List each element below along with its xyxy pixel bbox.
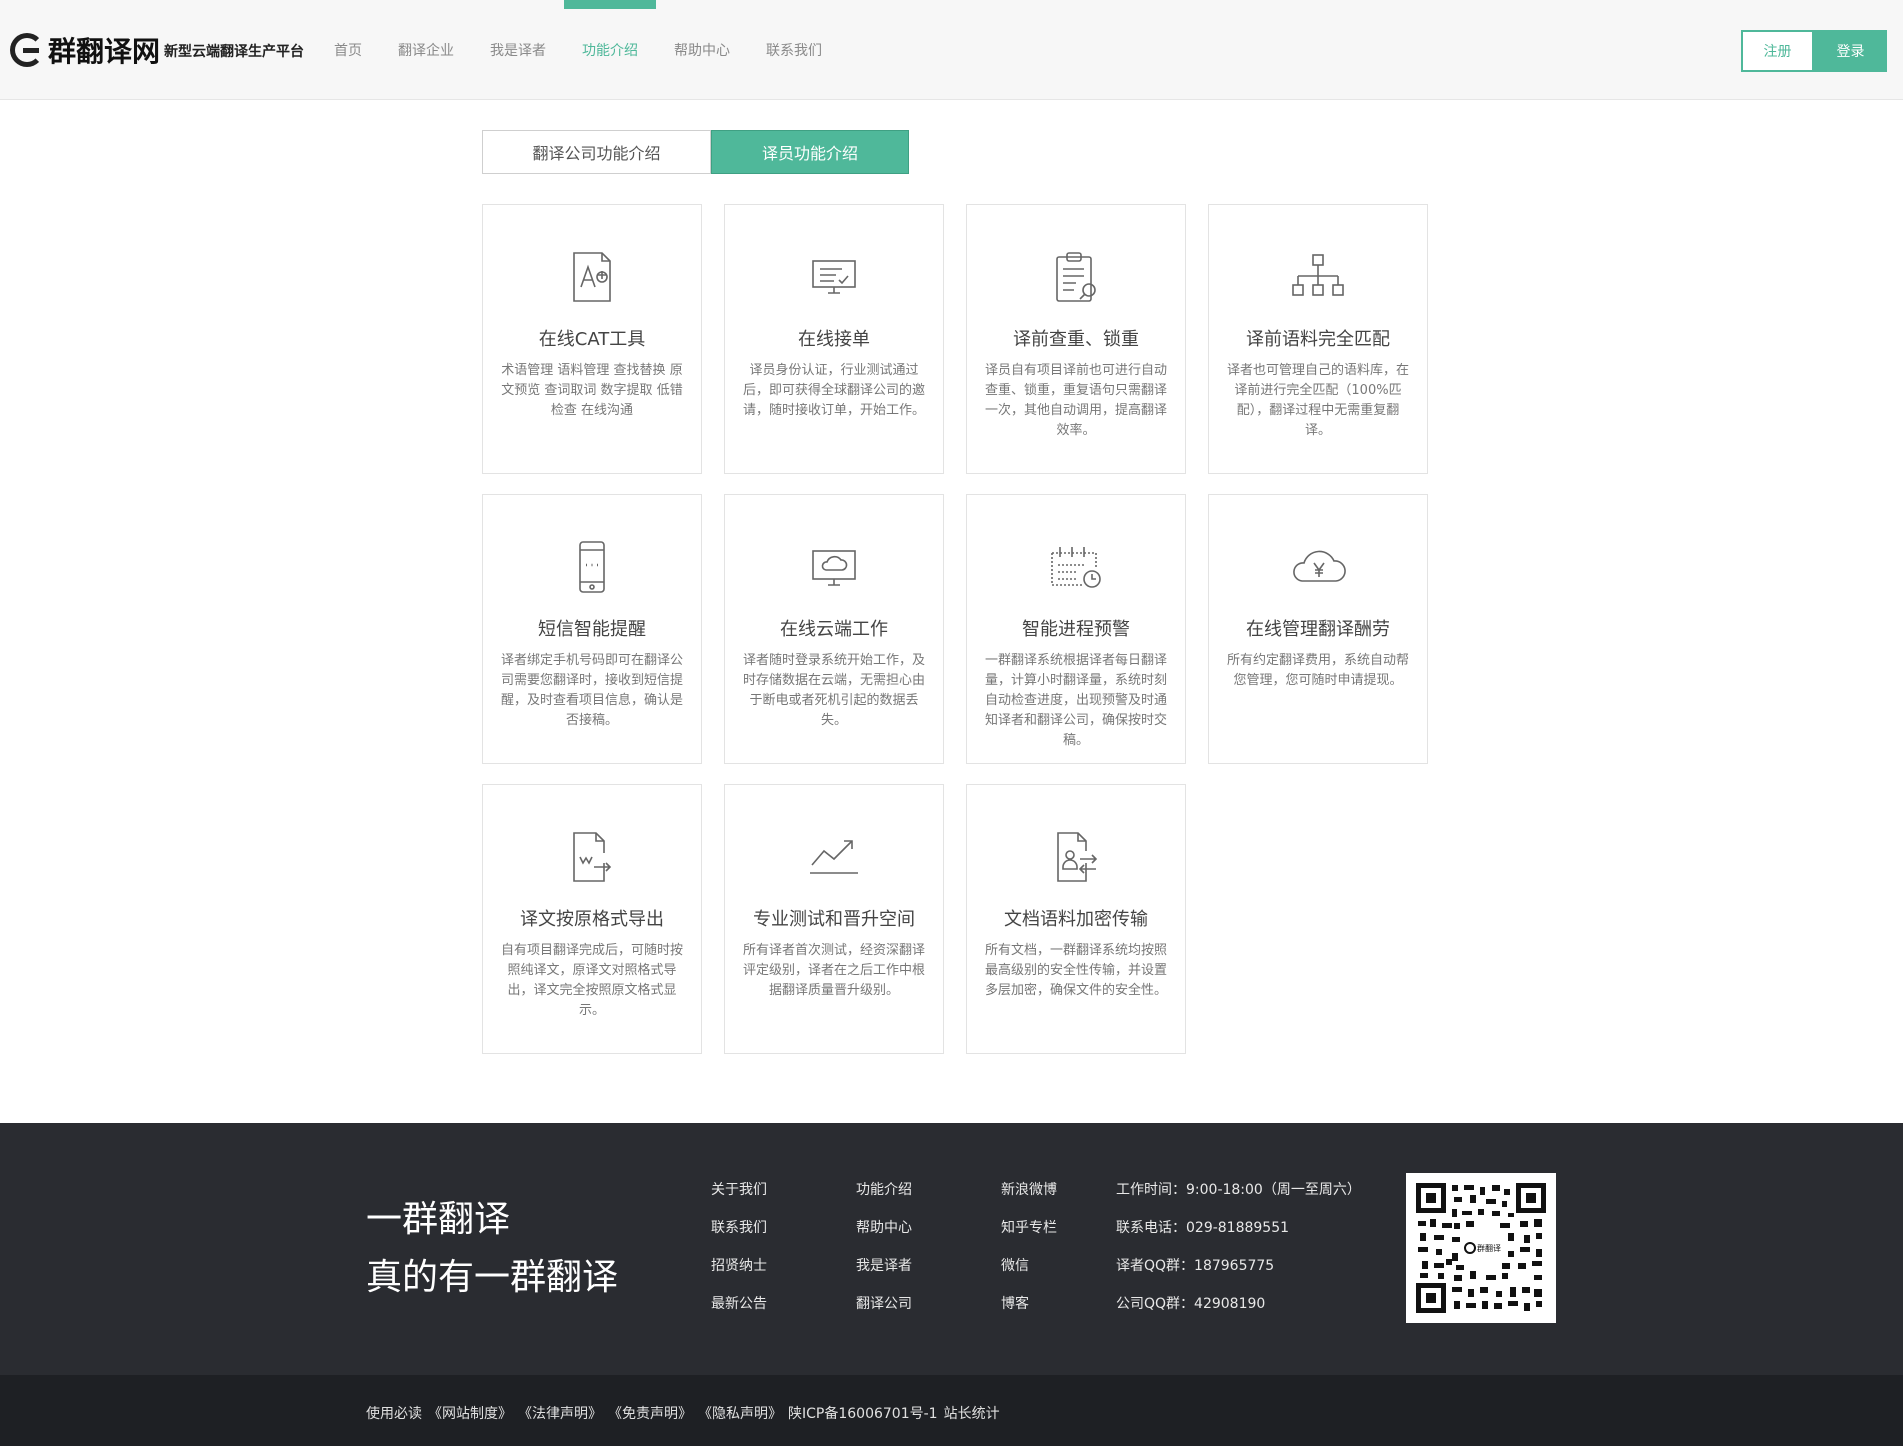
footer-link-wechat[interactable]: 微信	[1001, 1255, 1116, 1293]
feature-tabs: 翻译公司功能介绍 译员功能介绍	[482, 130, 909, 174]
footer-link-about[interactable]: 关于我们	[711, 1179, 856, 1217]
footer-link-company[interactable]: 翻译公司	[856, 1293, 1001, 1331]
nav-home[interactable]: 首页	[316, 0, 380, 100]
cat-tool-icon	[564, 249, 620, 305]
feature-title: 译前语料完全匹配	[1246, 329, 1390, 350]
bottom-links: 使用必读 《网站制度》 《法律声明》 《免责声明》 《隐私声明》 陕ICP备16…	[366, 1403, 1000, 1423]
feature-description: 所有译者首次测试，经资深翻译评定级别，译者在之后工作中根据翻译质量晋升级别。	[743, 943, 926, 998]
qr-code-icon: 群翻译	[1416, 1183, 1546, 1313]
footer-link-help[interactable]: 帮助中心	[856, 1217, 1001, 1255]
feature-title: 智能进程预警	[1022, 619, 1130, 640]
monitor-check-icon	[806, 249, 862, 305]
site-stats-link[interactable]: 站长统计	[944, 1403, 1000, 1423]
feature-card[interactable]: 智能进程预警 一群翻译系统根据译者每日翻译量，计算小时翻译量，系统时刻自动检查进…	[966, 494, 1186, 764]
feature-grid: 在线CAT工具 术语管理 语料管理 查找替换 原文预览 查词取词 数字提取 低错…	[482, 204, 1430, 1054]
feature-description: 译员自有项目译前也可进行自动查重、锁重，重复语句只需翻译一次，其他自动调用，提高…	[985, 363, 1168, 438]
feature-title: 译文按原格式导出	[520, 909, 664, 930]
calendar-clock-icon	[1048, 539, 1104, 595]
feature-description: 术语管理 语料管理 查找替换 原文预览 查词取词 数字提取 低错检查 在线沟通	[501, 363, 683, 418]
feature-card[interactable]: 文档语料加密传输 所有文档，一群翻译系统均按照最高级别的安全性传输，并设置多层加…	[966, 784, 1186, 1054]
bottom-prefix: 使用必读	[366, 1406, 422, 1422]
feature-description: 所有文档，一群翻译系统均按照最高级别的安全性传输，并设置多层加密，确保文件的安全…	[985, 943, 1168, 998]
register-button[interactable]: 注册	[1741, 30, 1814, 72]
feature-description: 自有项目翻译完成后，可随时按照纯译文，原译文对照格式导出，译文完全按照原文格式显…	[501, 943, 684, 1018]
document-transfer-icon	[1048, 829, 1104, 885]
footer-link-zhihu[interactable]: 知乎专栏	[1001, 1217, 1116, 1255]
feature-title: 文档语料加密传输	[1004, 909, 1148, 930]
feature-description: 译者绑定手机号码即可在翻译公司需要您翻译时，接收到短信提醒，及时查看项目信息，确…	[501, 653, 684, 728]
nav-features[interactable]: 功能介绍	[564, 0, 656, 100]
footer-link-features[interactable]: 功能介绍	[856, 1179, 1001, 1217]
nav-contact[interactable]: 联系我们	[748, 0, 840, 100]
feature-card[interactable]: 在线CAT工具 术语管理 语料管理 查找替换 原文预览 查词取词 数字提取 低错…	[482, 204, 702, 474]
feature-card[interactable]: 在线管理翻译酬劳 所有约定翻译费用，系统自动帮您管理，您可随时申请提现。	[1208, 494, 1428, 764]
footer-link-translator[interactable]: 我是译者	[856, 1255, 1001, 1293]
feature-description: 译者随时登录系统开始工作，及时存储数据在云端，无需担心由于断电或者死机引起的数据…	[743, 653, 926, 728]
header-slogan: 新型云端翻译生产平台	[164, 44, 304, 60]
feature-card[interactable]: 专业测试和晋升空间 所有译者首次测试，经资深翻译评定级别，译者在之后工作中根据翻…	[724, 784, 944, 1054]
qr-center-label: 群翻译	[1477, 1243, 1501, 1253]
site-footer: 一群翻译 真的有一群翻译 关于我们 功能介绍 新浪微博 联系我们 帮助中心 知乎…	[0, 1123, 1903, 1375]
feature-card[interactable]: 在线接单 译员身份认证，行业测试通过后，即可获得全球翻译公司的邀请，随时接收订单…	[724, 204, 944, 474]
monitor-cloud-icon	[806, 539, 862, 595]
feature-description: 译员身份认证，行业测试通过后，即可获得全球翻译公司的邀请，随时接收订单，开始工作…	[743, 363, 926, 418]
clipboard-search-icon	[1048, 249, 1104, 305]
footer-link-news[interactable]: 最新公告	[711, 1293, 856, 1331]
contact-company-qq: 公司QQ群：42908190	[1116, 1296, 1266, 1312]
contact-hours: 工作时间：9:00-18:00（周一至周六）	[1116, 1182, 1361, 1198]
footer-link-blog[interactable]: 博客	[1001, 1293, 1116, 1331]
site-logo[interactable]: 群翻译网	[10, 30, 160, 70]
feature-title: 译前查重、锁重	[1013, 329, 1139, 350]
link-site-rules[interactable]: 《网站制度》	[428, 1403, 512, 1423]
feature-description: 所有约定翻译费用，系统自动帮您管理，您可随时申请提现。	[1227, 653, 1410, 688]
qr-code: 群翻译	[1406, 1173, 1556, 1323]
contact-translator-qq: 译者QQ群：187965775	[1116, 1258, 1275, 1274]
cloud-yen-icon	[1290, 539, 1346, 595]
footer-link-weibo[interactable]: 新浪微博	[1001, 1179, 1116, 1217]
bottom-bar: 使用必读 《网站制度》 《法律声明》 《免责声明》 《隐私声明》 陕ICP备16…	[0, 1375, 1903, 1446]
tab-company-features[interactable]: 翻译公司功能介绍	[482, 130, 711, 174]
auth-buttons: 注册 登录	[1741, 30, 1887, 72]
tab-translator-features[interactable]: 译员功能介绍	[711, 130, 909, 174]
mobile-phone-icon	[564, 539, 620, 595]
document-export-icon	[564, 829, 620, 885]
feature-card[interactable]: 译文按原格式导出 自有项目翻译完成后，可随时按照纯译文，原译文对照格式导出，译文…	[482, 784, 702, 1054]
icp-license[interactable]: 陕ICP备16006701号-1	[788, 1403, 938, 1423]
feature-title: 在线管理翻译酬劳	[1246, 619, 1390, 640]
feature-card[interactable]: 译前查重、锁重 译员自有项目译前也可进行自动查重、锁重，重复语句只需翻译一次，其…	[966, 204, 1186, 474]
feature-title: 专业测试和晋升空间	[753, 909, 915, 930]
nav-help[interactable]: 帮助中心	[656, 0, 748, 100]
contact-phone: 联系电话：029-81889551	[1116, 1220, 1290, 1236]
feature-title: 在线云端工作	[780, 619, 888, 640]
feature-card[interactable]: 在线云端工作 译者随时登录系统开始工作，及时存储数据在云端，无需担心由于断电或者…	[724, 494, 944, 764]
nav-enterprise[interactable]: 翻译企业	[380, 0, 472, 100]
footer-link-jobs[interactable]: 招贤纳士	[711, 1255, 856, 1293]
feature-description: 一群翻译系统根据译者每日翻译量，计算小时翻译量，系统时刻自动检查进度，出现预警及…	[985, 653, 1168, 748]
feature-description: 译者也可管理自己的语料库，在译前进行完全匹配（100%匹配），翻译过程中无需重复…	[1227, 363, 1410, 438]
hierarchy-icon	[1290, 249, 1346, 305]
login-button[interactable]: 登录	[1814, 30, 1887, 72]
footer-slogan: 一群翻译 真的有一群翻译	[366, 1191, 618, 1307]
footer-link-contact[interactable]: 联系我们	[711, 1217, 856, 1255]
feature-card[interactable]: 译前语料完全匹配 译者也可管理自己的语料库，在译前进行完全匹配（100%匹配），…	[1208, 204, 1428, 474]
feature-card[interactable]: 短信智能提醒 译者绑定手机号码即可在翻译公司需要您翻译时，接收到短信提醒，及时查…	[482, 494, 702, 764]
feature-title: 在线CAT工具	[538, 329, 646, 350]
link-disclaimer[interactable]: 《免责声明》	[608, 1403, 692, 1423]
logo-mark-icon	[10, 33, 44, 67]
main-nav: 首页 翻译企业 我是译者 功能介绍 帮助中心 联系我们	[316, 0, 840, 100]
link-legal[interactable]: 《法律声明》	[518, 1403, 602, 1423]
footer-contact: 工作时间：9:00-18:00（周一至周六） 联系电话：029-81889551…	[1116, 1179, 1361, 1331]
nav-translator[interactable]: 我是译者	[472, 0, 564, 100]
logo-text: 群翻译网	[48, 35, 161, 68]
site-header: 群翻译网 新型云端翻译生产平台 首页 翻译企业 我是译者 功能介绍 帮助中心 联…	[0, 0, 1903, 100]
trend-up-icon	[806, 829, 862, 885]
feature-title: 在线接单	[798, 329, 870, 350]
feature-title: 短信智能提醒	[538, 619, 646, 640]
link-privacy[interactable]: 《隐私声明》	[698, 1403, 782, 1423]
footer-slogan-line2: 真的有一群翻译	[366, 1257, 619, 1298]
footer-slogan-line1: 一群翻译	[366, 1199, 511, 1240]
footer-links: 关于我们 功能介绍 新浪微博 联系我们 帮助中心 知乎专栏 招贤纳士 我是译者 …	[711, 1179, 1116, 1331]
